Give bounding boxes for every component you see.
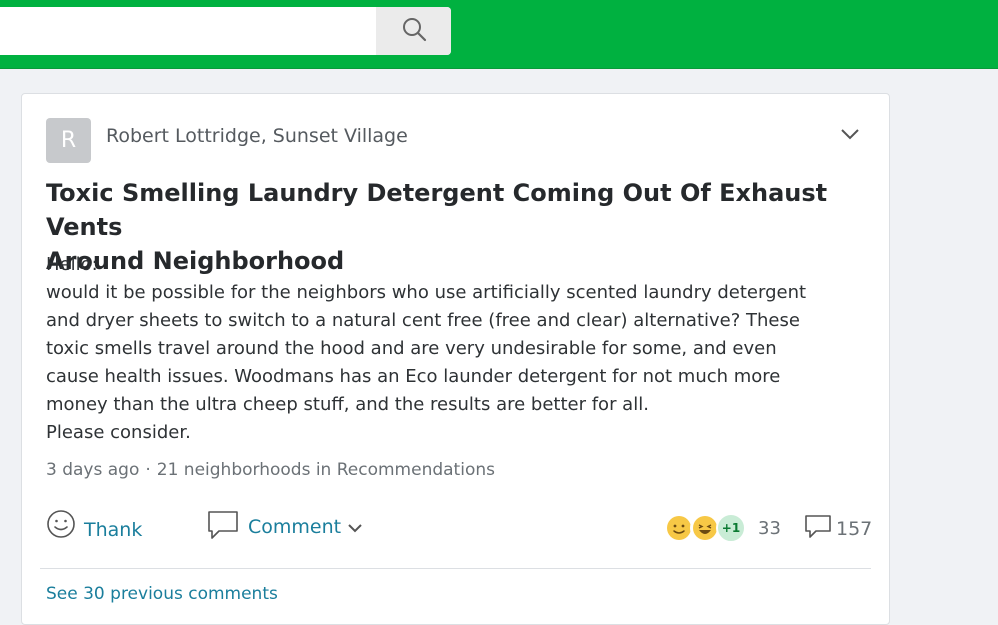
post-body-line: Please consider. <box>46 422 191 443</box>
speech-bubble-icon <box>804 513 832 544</box>
post-body-line: money than the ultra cheep stuff, and th… <box>46 394 649 415</box>
divider <box>40 568 871 569</box>
comment-button[interactable]: Comment <box>206 509 363 545</box>
post-scope[interactable]: 21 neighborhoods in Recommendations <box>157 460 495 480</box>
chevron-down-icon <box>840 125 860 144</box>
post-body-line: would it be possible for the neighbors w… <box>46 282 807 303</box>
post-body-line: cause health issues. Woodmans has an Eco… <box>46 366 781 387</box>
search-button[interactable] <box>376 7 451 55</box>
search-icon <box>401 16 427 46</box>
post-actions: Thank Comment +1 33 157 <box>46 509 872 549</box>
post-body: Hello: would it be possible for the neig… <box>46 251 836 447</box>
reactions-summary[interactable]: +1 33 <box>664 513 781 543</box>
post-menu-button[interactable] <box>834 122 866 146</box>
meta-separator: · <box>145 460 151 480</box>
search-box <box>0 7 451 55</box>
speech-bubble-icon <box>206 509 240 545</box>
post-title-line: Toxic Smelling Laundry Detergent Coming … <box>46 179 828 241</box>
thank-label: Thank <box>84 519 143 541</box>
top-bar <box>0 0 998 69</box>
post-body-line: Hello: <box>46 254 98 275</box>
post-body-line: and dryer sheets to switch to a natural … <box>46 310 800 331</box>
post-time[interactable]: 3 days ago <box>46 460 139 480</box>
author-name[interactable]: Robert Lottridge, Sunset Village <box>106 125 408 147</box>
post-card: R Robert Lottridge, Sunset Village Toxic… <box>21 93 890 625</box>
more-reactions-badge: +1 <box>716 513 746 543</box>
avatar[interactable]: R <box>46 118 91 163</box>
comment-label: Comment <box>248 516 342 538</box>
thank-button[interactable]: Thank <box>46 509 142 543</box>
search-input[interactable] <box>0 7 376 55</box>
post-body-line: toxic smells travel around the hood and … <box>46 338 777 359</box>
replies-button[interactable]: 157 <box>800 513 872 544</box>
post-meta: 3 days ago · 21 neighborhoods in Recommend… <box>46 460 495 480</box>
chevron-down-icon <box>347 518 363 537</box>
reaction-count: 33 <box>758 517 781 539</box>
see-previous-comments-link[interactable]: See 30 previous comments <box>46 584 278 604</box>
smiley-icon <box>46 509 76 543</box>
reply-count: 157 <box>836 517 873 540</box>
